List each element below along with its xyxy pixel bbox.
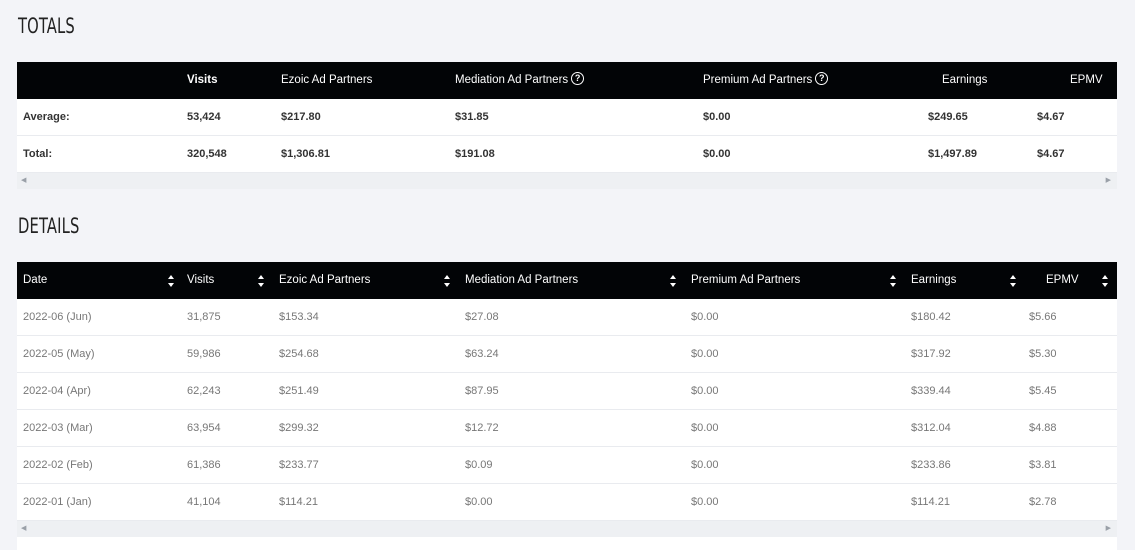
totals-row-total: Total: 320,548 $1,306.81 $191.08 $0.00 $… (17, 136, 1117, 173)
details-cell-date: 2022-01 (Jan) (23, 496, 92, 508)
details-cell-visits: 59,986 (187, 348, 221, 360)
details-cell-earnings: $114.21 (911, 496, 950, 508)
table-row: 2022-02 (Feb) 61,386 $233.77 $0.09 $0.00… (17, 447, 1117, 484)
details-cell-premium: $0.00 (691, 348, 719, 360)
totals-cell: $4.67 (1037, 111, 1065, 123)
totals-cell: $1,306.81 (281, 148, 330, 160)
totals-row-average: Average: 53,424 $217.80 $31.85 $0.00 $24… (17, 99, 1117, 136)
sort-arrows-icon[interactable] (669, 274, 677, 288)
details-header-visits[interactable]: Visits (187, 262, 214, 299)
question-circle-icon[interactable]: ? (815, 72, 829, 86)
sort-arrows-icon[interactable] (257, 274, 265, 288)
details-cell-earnings: $312.04 (911, 422, 951, 434)
totals-cell: $249.65 (928, 111, 968, 123)
totals-header-mediation: Mediation Ad Partners? (455, 62, 585, 99)
details-table: Date Visits Ezoic Ad Partners Mediation … (17, 262, 1117, 550)
details-cell-earnings: $339.44 (911, 385, 951, 397)
details-table-body: 2022-06 (Jun) 31,875 $153.34 $27.08 $0.0… (17, 299, 1117, 521)
table-row: 2022-04 (Apr) 62,243 $251.49 $87.95 $0.0… (17, 373, 1117, 410)
totals-cell: 320,548 (187, 148, 227, 160)
details-header-earnings[interactable]: Earnings (911, 262, 956, 299)
totals-header-epmv: EPMV (1070, 74, 1103, 86)
details-cell-earnings: $233.86 (911, 459, 951, 471)
details-cell-date: 2022-04 (Apr) (23, 385, 91, 397)
totals-header-ezoic: Ezoic Ad Partners (281, 74, 373, 86)
details-cell-earnings: $317.92 (911, 348, 951, 360)
details-cell-mediation: $0.09 (465, 459, 493, 471)
totals-cell: $0.00 (703, 111, 731, 123)
totals-table-header: Visits Ezoic Ad Partners Mediation Ad Pa… (17, 62, 1117, 99)
sort-arrows-icon[interactable] (443, 274, 451, 288)
details-section-title: DETAILS (18, 214, 80, 238)
details-cell-visits: 31,875 (187, 311, 221, 323)
details-horizontal-scrollbar[interactable]: ◀ ▶ (17, 521, 1117, 537)
table-row: 2022-05 (May) 59,986 $254.68 $63.24 $0.0… (17, 336, 1117, 373)
totals-table: Visits Ezoic Ad Partners Mediation Ad Pa… (17, 62, 1117, 189)
details-header-premium[interactable]: Premium Ad Partners (691, 262, 800, 299)
details-cell-ezoic: $299.32 (279, 422, 319, 434)
scroll-left-arrow-icon[interactable]: ◀ (21, 521, 26, 537)
details-cell-epmv: $2.78 (1029, 496, 1057, 508)
table-row: 2022-01 (Jan) 41,104 $114.21 $0.00 $0.00… (17, 484, 1117, 521)
details-cell-earnings: $180.42 (911, 311, 951, 323)
details-cell-premium: $0.00 (691, 311, 719, 323)
totals-cell: 53,424 (187, 111, 221, 123)
details-cell-mediation: $87.95 (465, 385, 499, 397)
totals-cell: $1,497.89 (928, 148, 977, 160)
details-header-epmv[interactable]: EPMV (1046, 262, 1079, 299)
details-table-header: Date Visits Ezoic Ad Partners Mediation … (17, 262, 1117, 299)
details-cell-mediation: $27.08 (465, 311, 499, 323)
details-cell-epmv: $5.66 (1029, 311, 1057, 323)
details-cell-premium: $0.00 (691, 496, 719, 508)
details-cell-mediation: $12.72 (465, 422, 499, 434)
sort-arrows-icon[interactable] (1101, 274, 1109, 288)
details-cell-mediation: $0.00 (465, 496, 493, 508)
totals-cell: $0.00 (703, 148, 731, 160)
details-cell-date: 2022-06 (Jun) (23, 311, 92, 323)
details-cell-ezoic: $233.77 (279, 459, 319, 471)
totals-cell: $31.85 (455, 111, 489, 123)
sort-arrows-icon[interactable] (1009, 274, 1017, 288)
details-cell-ezoic: $254.68 (279, 348, 319, 360)
totals-header-earnings: Earnings (942, 74, 988, 86)
scroll-right-arrow-icon[interactable]: ▶ (1106, 521, 1111, 537)
details-cell-date: 2022-03 (Mar) (23, 422, 93, 434)
details-header-ezoic[interactable]: Ezoic Ad Partners (279, 262, 370, 299)
totals-horizontal-scrollbar[interactable]: ◀ ▶ (17, 173, 1117, 189)
totals-section-title: TOTALS (18, 14, 75, 38)
details-cell-premium: $0.00 (691, 459, 719, 471)
details-cell-date: 2022-02 (Feb) (23, 459, 93, 471)
details-cell-visits: 63,954 (187, 422, 221, 434)
details-cell-ezoic: $251.49 (279, 385, 319, 397)
details-cell-premium: $0.00 (691, 385, 719, 397)
details-cell-mediation: $63.24 (465, 348, 499, 360)
details-cell-epmv: $4.88 (1029, 422, 1057, 434)
details-cell-premium: $0.00 (691, 422, 719, 434)
totals-cell: Average: (23, 111, 70, 123)
question-circle-icon[interactable]: ? (571, 72, 585, 86)
details-cell-epmv: $3.81 (1029, 459, 1057, 471)
details-cell-visits: 41,104 (187, 496, 221, 508)
sort-arrows-icon[interactable] (889, 274, 897, 288)
details-cell-visits: 61,386 (187, 459, 221, 471)
details-cell-ezoic: $114.21 (279, 496, 318, 508)
details-header-date[interactable]: Date (23, 262, 47, 299)
table-row: 2022-06 (Jun) 31,875 $153.34 $27.08 $0.0… (17, 299, 1117, 336)
totals-cell: $4.67 (1037, 148, 1065, 160)
totals-cell: $191.08 (455, 148, 495, 160)
details-cell-visits: 62,243 (187, 385, 221, 397)
scroll-left-arrow-icon[interactable]: ◀ (21, 173, 26, 189)
totals-cell: Total: (23, 148, 53, 160)
details-cell-date: 2022-05 (May) (23, 348, 95, 360)
table-row: 2022-03 (Mar) 63,954 $299.32 $12.72 $0.0… (17, 410, 1117, 447)
totals-header-visits: Visits (187, 74, 218, 86)
sort-arrows-icon[interactable] (167, 274, 175, 288)
scroll-right-arrow-icon[interactable]: ▶ (1106, 173, 1111, 189)
details-header-mediation[interactable]: Mediation Ad Partners (465, 262, 578, 299)
details-cell-ezoic: $153.34 (279, 311, 319, 323)
totals-header-premium: Premium Ad Partners? (703, 62, 829, 99)
details-cell-epmv: $5.30 (1029, 348, 1057, 360)
totals-cell: $217.80 (281, 111, 321, 123)
details-cell-epmv: $5.45 (1029, 385, 1057, 397)
